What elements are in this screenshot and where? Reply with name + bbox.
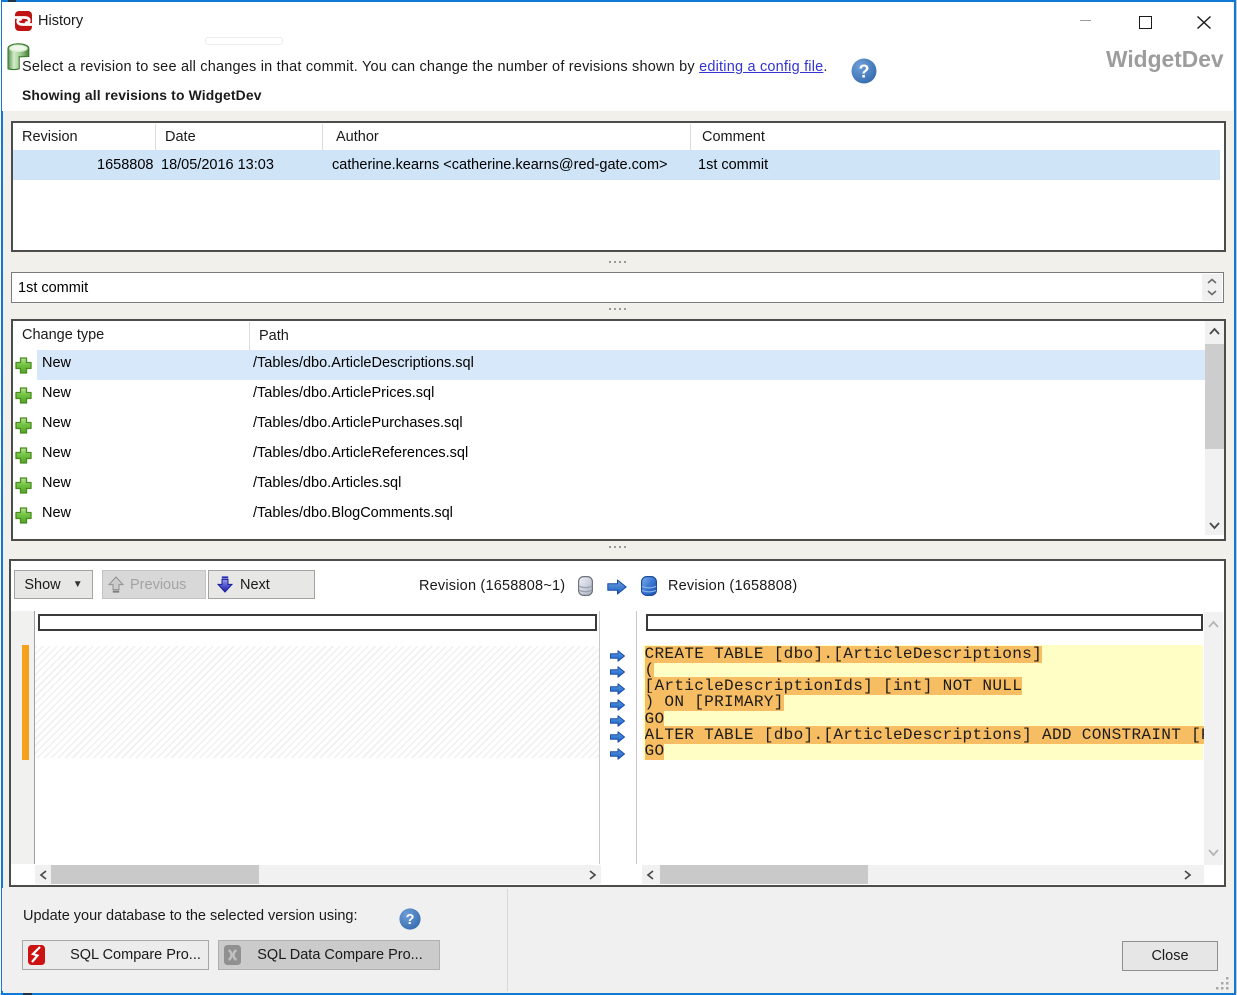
svg-text:?: ? <box>859 62 870 82</box>
svg-text:?: ? <box>406 912 415 928</box>
